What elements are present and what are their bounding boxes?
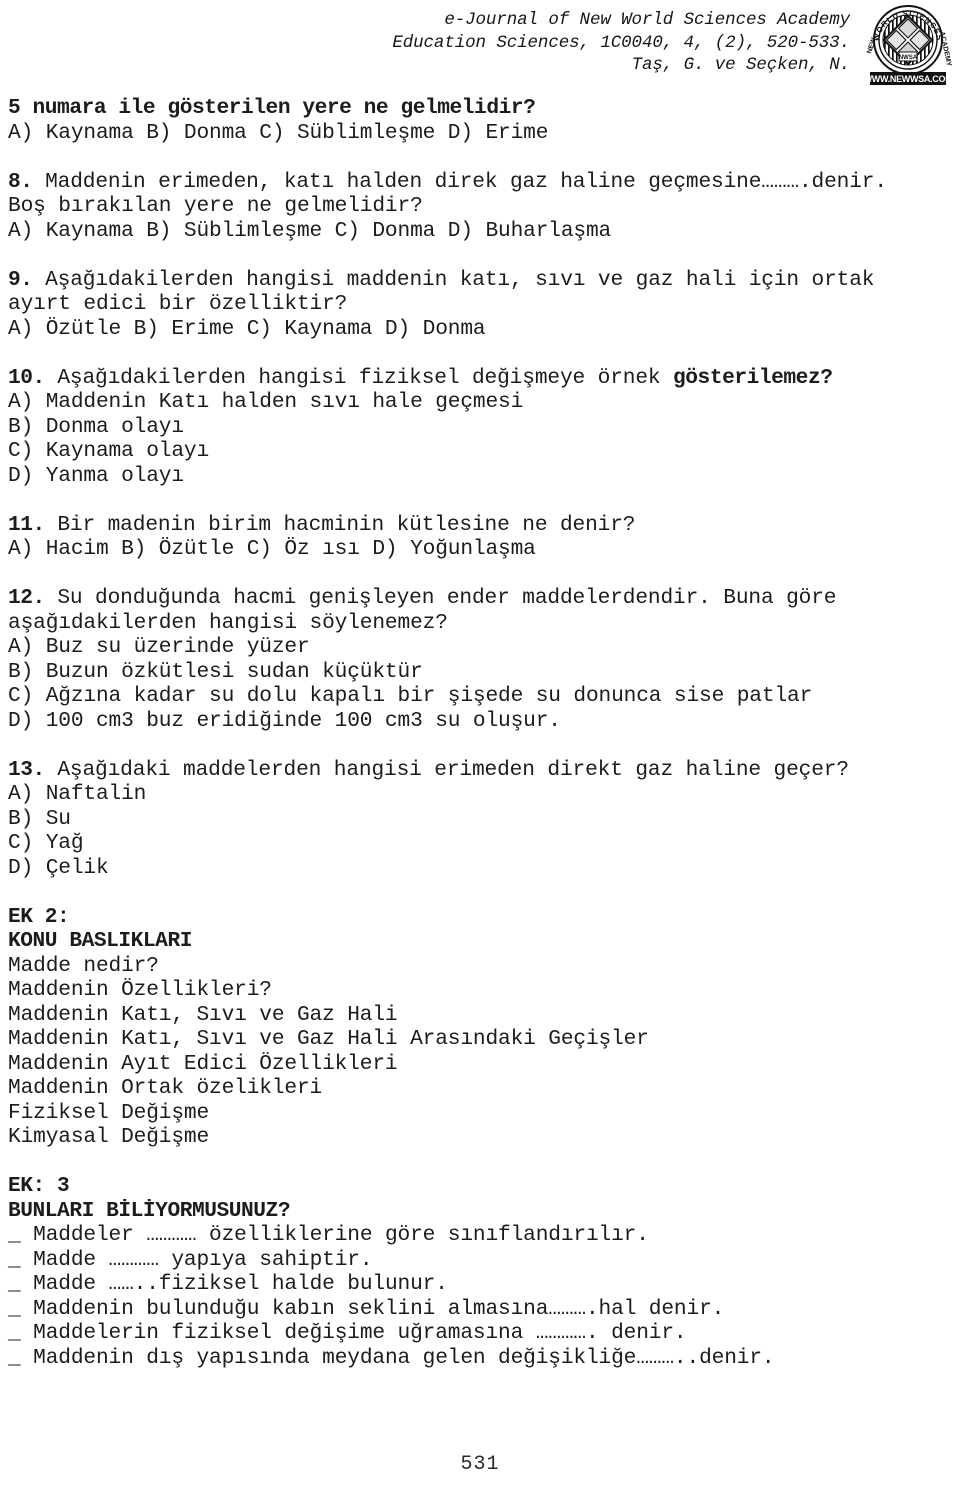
logo-url-text: WWW.NEWWSA.COM (864, 74, 953, 84)
question-number: 10. (8, 365, 45, 390)
logo-center-text: NWSA (899, 55, 918, 61)
blank-line-text: Maddeler ………… özelliklerine göre sınıfla… (20, 1223, 649, 1247)
text-line-ek2-l4: Maddenin Katı, Sıvı ve Gaz Hali Arasında… (8, 1027, 649, 1051)
document-body: 5 numara ile gösterilen yere ne gelmelid… (8, 96, 952, 1370)
journal-seal-logo: NWSA WORLD SCIENCES NEW ACADEMY WWW.NEWW… (860, 2, 956, 88)
text-line-q8-opts: A) Kaynama B) Süblimleşme C) Donma D) Bu… (8, 218, 612, 243)
text-line-q13-c: C) Yağ (8, 831, 84, 855)
text-line-ek2-l8: Kimyasal Değişme (8, 1125, 210, 1149)
text-line-q11-opts: A) Hacim B) Özütle C) Öz ısı D) Yoğunlaş… (8, 537, 536, 561)
underscore-bullet-icon: _ (8, 1321, 21, 1345)
text-line-q5-opts: A) Kaynama B) Donma C) Süblimleşme D) Er… (8, 120, 549, 145)
blank-line-item: _ Maddeler ………… özelliklerine göre sınıf… (8, 1223, 952, 1248)
text-line-ek2-l5: Maddenin Ayıt Edici Özellikleri (8, 1051, 398, 1076)
text-line-ek3-sub: BUNLARI BİLİYORMUSUNUZ? (8, 1198, 291, 1223)
question-list: 5 numara ile gösterilen yere ne gelmelid… (8, 96, 952, 1223)
text-line-q12-stem1: 12. Su donduğunda hacmi genişleyen ender… (8, 586, 837, 610)
blank-line-item: _ Madde ………… yapıya sahiptir. (8, 1248, 952, 1273)
text-line-q9-stem2: ayırt edici bir özelliktir? (8, 292, 348, 316)
underscore-bullet-icon: _ (8, 1247, 21, 1272)
blank-line-item: _ Maddenin bulunduğu kabın seklini almas… (8, 1297, 952, 1322)
text-line-q12-stem2: aşağıdakilerden hangisi söylenemez? (8, 610, 448, 635)
text-line-ek2-l6: Maddenin Ortak özelikleri (8, 1076, 323, 1100)
blank-line-text: Madde ………… yapıya sahiptir. (20, 1247, 373, 1272)
journal-authors: Taş, G. ve Seçken, N. (631, 55, 851, 75)
emphasis-text: gösterilemez? (673, 365, 833, 390)
underscore-bullet-icon: _ (8, 1296, 21, 1321)
text-line-q10-b: B) Donma olayı (8, 414, 184, 439)
text-line-q8-stem1: 8. Maddenin erimeden, katı halden direk … (8, 169, 887, 194)
blank-line-text: Maddenin dış yapısında meydana gelen değ… (20, 1345, 775, 1370)
page-number: 531 (460, 1453, 500, 1476)
text-line-q12-d: D) 100 cm3 buz eridiğinde 100 cm3 su olu… (8, 708, 561, 733)
text-line-q10-d: D) Yanma olayı (8, 463, 184, 488)
text-line-ek3-head: EK: 3 (8, 1174, 70, 1198)
document-header: e-Journal of New World Sciences Academy … (0, 0, 960, 92)
text-line-q13-d: D) Çelik (8, 855, 109, 880)
text-line-ek2-head: EK 2: (8, 904, 70, 929)
text-line-q8-stem2: Boş bırakılan yere ne gelmelidir? (8, 194, 423, 218)
question-number: 8. (8, 169, 33, 194)
text-line-ek2-sub: KONU BASLIKLARI (8, 929, 192, 953)
text-line-q10-a: A) Maddenin Katı halden sıvı hale geçmes… (8, 390, 524, 414)
question-number: 12. (8, 586, 45, 610)
underscore-bullet-icon: _ (8, 1345, 21, 1370)
journal-title: e-Journal of New World Sciences Academy (444, 10, 850, 30)
text-line-ek2-l3: Maddenin Katı, Sıvı ve Gaz Hali (8, 1002, 398, 1027)
text-line-q13-b: B) Su (8, 806, 71, 831)
document-page: e-Journal of New World Sciences Academy … (0, 0, 960, 1498)
blank-line-text: Maddelerin fiziksel değişime uğramasına … (20, 1321, 687, 1345)
text-line-ek2-l2: Maddenin Özellikleri? (8, 978, 272, 1002)
text-line-q5-stem: 5 numara ile gösterilen yere ne gelmelid… (8, 96, 536, 120)
text-line-q13-stem: 13. Aşağıdaki maddelerden hangisi erimed… (8, 757, 849, 782)
journal-issue-info: Education Sciences, 1C0040, 4, (2), 520-… (392, 32, 850, 53)
question-number: 11. (8, 512, 45, 537)
question-number: 13. (8, 757, 45, 782)
text-line-ek2-l1: Madde nedir? (8, 953, 159, 978)
blank-line-text: Maddenin bulunduğu kabın seklini almasın… (20, 1296, 725, 1321)
journal-citation: e-Journal of New World Sciences Academy … (392, 9, 850, 77)
blank-line-text: Madde ……..fiziksel halde bulunur. (20, 1272, 448, 1296)
blank-line-item: _ Maddelerin fiziksel değişime uğramasın… (8, 1321, 952, 1346)
text-line-q9-opts: A) Özütle B) Erime C) Kaynama D) Donma (8, 316, 486, 341)
text-line-ek2-l7: Fiziksel Değişme (8, 1100, 210, 1125)
fill-in-blank-list: _ Maddeler ………… özelliklerine göre sınıf… (8, 1223, 952, 1370)
text-line-q10-stem: 10. Aşağıdakilerden hangisi fiziksel değ… (8, 365, 833, 390)
underscore-bullet-icon: _ (8, 1223, 21, 1247)
text-line-q12-c: C) Ağzına kadar su dolu kapalı bir şişed… (8, 684, 813, 708)
underscore-bullet-icon: _ (8, 1272, 21, 1296)
text-line-q12-b: B) Buzun özkütlesi sudan küçüktür (8, 659, 423, 684)
blank-line-item: _ Madde ……..fiziksel halde bulunur. (8, 1272, 952, 1297)
text-line-q12-a: A) Buz su üzerinde yüzer (8, 635, 310, 659)
text-line-q11-stem: 11. Bir madenin birim hacminin kütlesine… (8, 512, 636, 537)
blank-line-item: _ Maddenin dış yapısında meydana gelen d… (8, 1346, 952, 1371)
text-line-q9-stem1: 9. Aşağıdakilerden hangisi maddenin katı… (8, 267, 875, 292)
text-line-q13-a: A) Naftalin (8, 782, 147, 806)
question-number: 9. (8, 267, 33, 292)
text-line-q10-c: C) Kaynama olayı (8, 439, 210, 463)
